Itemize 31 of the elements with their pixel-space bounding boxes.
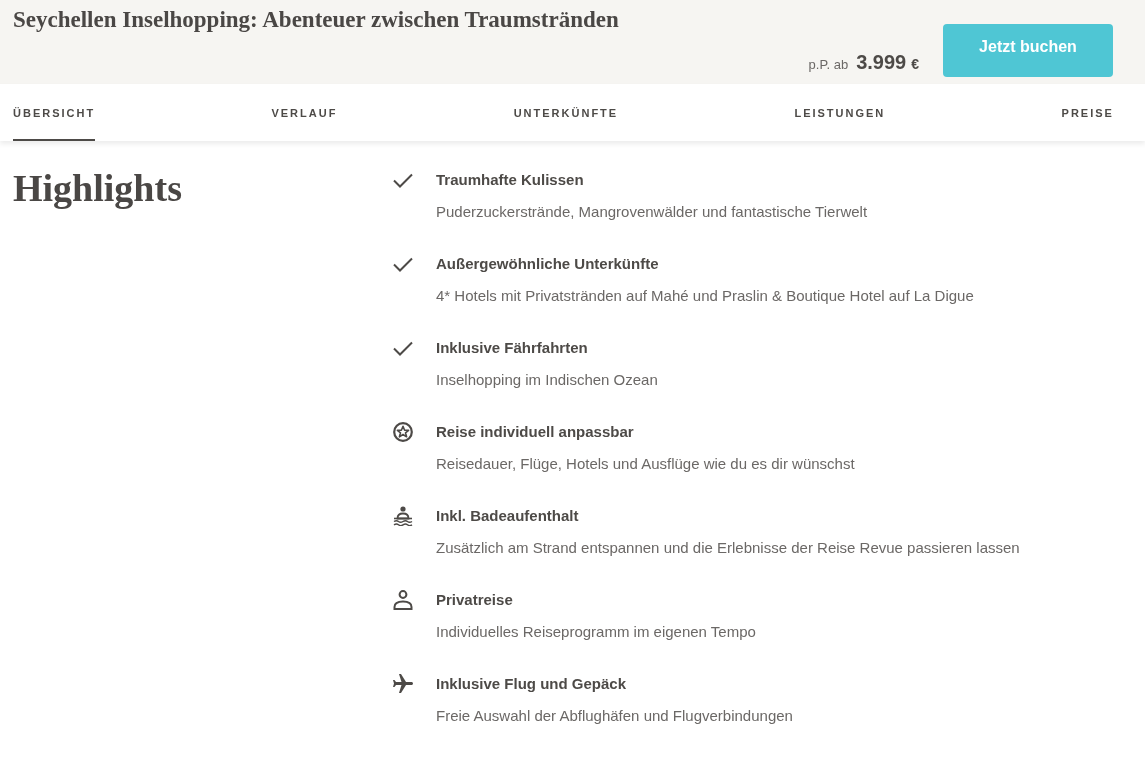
- highlight-description: Inselhopping im Indischen Ozean: [436, 370, 658, 390]
- highlight-description: Reisedauer, Flüge, Hotels und Ausflüge wie du es dir wünschst: [436, 454, 855, 474]
- nav-tab[interactable]: UNTERKÜNFTE: [513, 84, 619, 141]
- swimmer-icon: [393, 506, 413, 526]
- highlight-title: Inkl. Badeaufenthalt: [436, 506, 580, 526]
- highlight-title: Privatreise: [436, 590, 514, 610]
- check-icon: [393, 256, 413, 272]
- check-icon: [393, 340, 413, 356]
- nav-tab[interactable]: ÜBERSICHT: [13, 84, 96, 141]
- person-icon: [393, 590, 413, 610]
- price-amount: 3.999: [856, 51, 907, 74]
- star-circle-icon: [393, 422, 413, 442]
- page-title: Seychellen Inselhopping: Abenteuer zwischen Traumstränden: [13, 6, 620, 34]
- highlight-description: Individuelles Reiseprogramm im eigenen Tempo: [436, 622, 756, 642]
- highlight-title: Inklusive Fährfahrten: [436, 338, 589, 358]
- highlight-title: Inklusive Flug und Gepäck: [436, 674, 628, 694]
- section-heading: Highlights: [13, 166, 183, 211]
- price-prefix: p.P. ab: [808, 57, 849, 72]
- highlight-title: Reise individuell anpassbar: [436, 422, 635, 442]
- check-icon: [393, 172, 413, 188]
- nav-tab[interactable]: PREISE: [1061, 84, 1114, 141]
- highlight-description: Zusätzlich am Strand entspannen und die Erlebnisse der Reise Revue passieren lassen: [436, 538, 1020, 558]
- nav-tab[interactable]: LEISTUNGEN: [794, 84, 886, 141]
- highlight-description: 4* Hotels mit Privatstränden auf Mahé und Praslin & Boutique Hotel auf La Digue: [436, 286, 974, 306]
- highlight-title: Außergewöhnliche Unterkünfte: [436, 254, 660, 274]
- price-currency: €: [911, 56, 919, 72]
- highlight-description: Puderzuckerstrände, Mangrovenwälder und fantastische Tierwelt: [436, 202, 868, 222]
- nav-tab[interactable]: VERLAUF: [271, 84, 338, 141]
- highlight-title: Traumhafte Kulissen: [436, 170, 585, 190]
- airplane-icon: [393, 674, 413, 694]
- highlight-description: Freie Auswahl der Abflughäfen und Flugverbindungen: [436, 706, 793, 726]
